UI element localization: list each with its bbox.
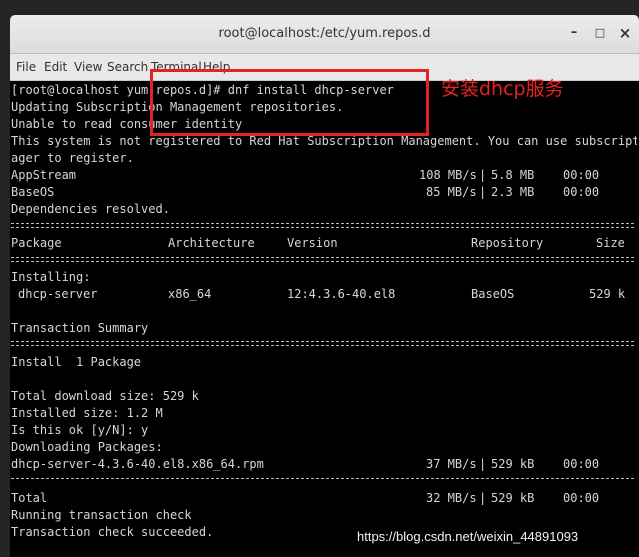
- close-icon[interactable]: ×: [616, 24, 634, 42]
- minimize-icon[interactable]: –: [565, 24, 583, 42]
- package-size: 529 k: [589, 287, 626, 301]
- output-line: Dependencies resolved.: [11, 202, 170, 216]
- col-version: Version: [287, 236, 338, 250]
- total-time: 00:00: [563, 491, 600, 505]
- output-line: Downloading Packages:: [11, 440, 163, 454]
- col-architecture: Architecture: [168, 236, 255, 250]
- separator-double: [11, 257, 634, 262]
- window-title: root@localhost:/etc/yum.repos.d: [218, 26, 431, 41]
- menu-file[interactable]: File: [16, 60, 36, 74]
- rpm-time: 00:00: [563, 457, 600, 471]
- total-row: Total 32 MB/s | 529 kB 00:00: [11, 490, 637, 507]
- repo-time: 00:00: [563, 168, 600, 182]
- total-label: Total: [11, 491, 48, 505]
- repo-row: BaseOS 85 MB/s | 2.3 MB 00:00: [11, 184, 637, 201]
- col-repository: Repository: [471, 236, 544, 250]
- menu-view[interactable]: View: [74, 60, 102, 74]
- annotation-label: 安装dhcp服务: [441, 78, 564, 100]
- output-line: Total download size: 529 k: [11, 389, 199, 403]
- repo-row: AppStream 108 MB/s | 5.8 MB 00:00: [11, 167, 637, 184]
- separator-single: [11, 478, 634, 479]
- repo-name: BaseOS: [11, 185, 55, 199]
- rpm-size: 529 kB: [491, 457, 535, 471]
- total-separator: |: [479, 491, 487, 505]
- repo-name: AppStream: [11, 168, 77, 182]
- repo-speed: 85 MB/s: [426, 185, 477, 199]
- package-name: dhcp-server: [18, 287, 98, 301]
- output-line: Install 1 Package: [11, 355, 142, 369]
- output-line: Running transaction check: [11, 508, 192, 522]
- total-size: 529 kB: [491, 491, 535, 505]
- output-line: Transaction Summary: [11, 321, 149, 335]
- download-row: dhcp-server-4.3.6-40.el8.x86_64.rpm 37 M…: [11, 456, 637, 473]
- table-header: Package Architecture Version Repository …: [11, 235, 637, 252]
- title-bar[interactable]: root@localhost:/etc/yum.repos.d – □ ×: [10, 15, 639, 54]
- rpm-separator: |: [479, 457, 487, 471]
- menu-edit[interactable]: Edit: [44, 60, 67, 74]
- separator-double: [11, 341, 634, 346]
- table-row: dhcp-server x86_64 12:4.3.6-40.el8 BaseO…: [11, 286, 637, 303]
- repo-time: 00:00: [563, 185, 600, 199]
- watermark: https://blog.csdn.net/weixin_44891093: [357, 529, 579, 544]
- package-repo: BaseOS: [471, 287, 515, 301]
- terminal-output[interactable]: [root@localhost yum.repos.d]# dnf instal…: [10, 81, 639, 557]
- menu-search[interactable]: Search: [107, 60, 148, 74]
- rpm-speed: 37 MB/s: [426, 457, 477, 471]
- col-size: Size: [596, 236, 625, 250]
- rpm-file: dhcp-server-4.3.6-40.el8.x86_64.rpm: [11, 457, 264, 471]
- output-line: ager to register.: [11, 151, 134, 165]
- output-line: Installing:: [11, 270, 91, 284]
- col-package: Package: [11, 236, 62, 250]
- repo-separator: |: [479, 168, 487, 182]
- repo-size: 5.8 MB: [491, 168, 535, 182]
- output-line: Is this ok [y/N]: y: [11, 423, 149, 437]
- package-arch: x86_64: [168, 287, 212, 301]
- package-version: 12:4.3.6-40.el8: [287, 287, 396, 301]
- repo-separator: |: [479, 185, 487, 199]
- output-line: Installed size: 1.2 M: [11, 406, 163, 420]
- annotation-highlight-box: [150, 69, 429, 136]
- repo-speed: 108 MB/s: [419, 168, 477, 182]
- total-speed: 32 MB/s: [426, 491, 477, 505]
- separator-double: [11, 223, 634, 228]
- maximize-icon[interactable]: □: [591, 24, 609, 42]
- repo-size: 2.3 MB: [491, 185, 535, 199]
